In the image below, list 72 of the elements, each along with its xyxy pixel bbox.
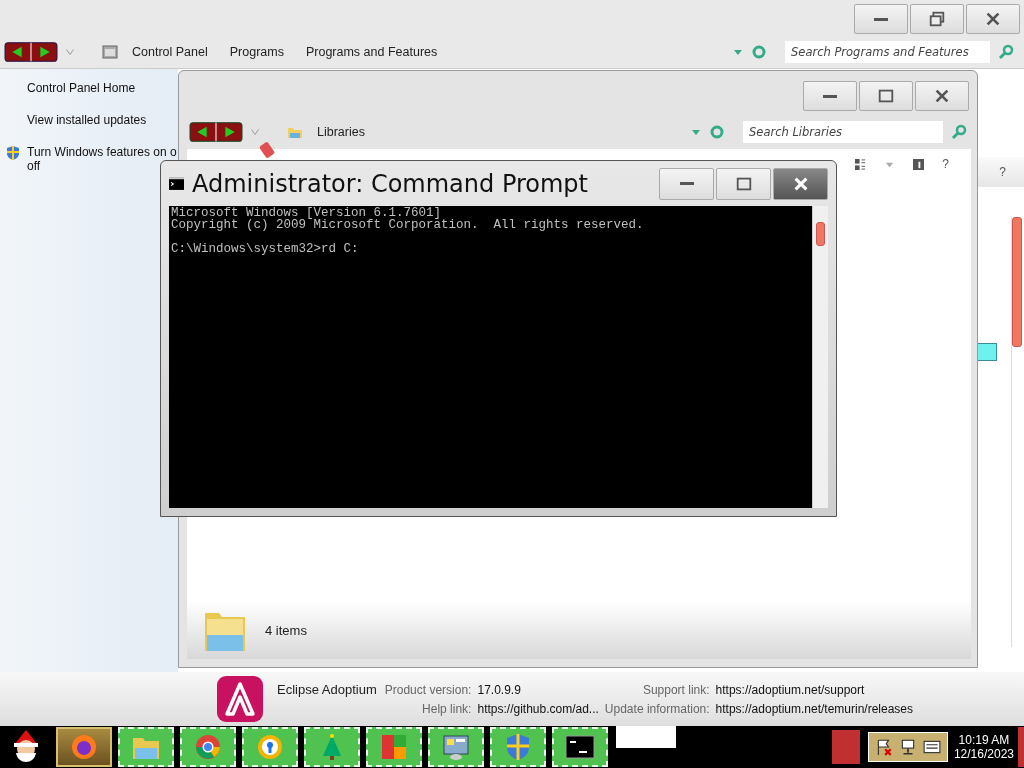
back-forward-icon[interactable] xyxy=(4,41,58,63)
minimize-button[interactable] xyxy=(659,167,714,200)
sidebar-link[interactable]: Turn Windows features on o off xyxy=(27,145,177,173)
refresh-icon[interactable] xyxy=(751,44,767,60)
clock-date: 12/16/2023 xyxy=(953,747,1014,761)
detail-value: https://adoptium.net/temurin/releases xyxy=(715,702,914,716)
console-line: Copyright (c) 2009 Microsoft Corporation. All rights reserved. xyxy=(171,219,645,231)
dropdown-icon[interactable] xyxy=(733,47,743,57)
detail-label: Help link: xyxy=(421,702,472,716)
breadcrumb-item[interactable]: Control Panel xyxy=(132,45,208,59)
scrollbar-thumb[interactable] xyxy=(1012,217,1022,347)
restore-icon xyxy=(928,10,946,28)
minimize-button[interactable] xyxy=(854,4,908,34)
control-panel-icon xyxy=(441,732,471,762)
console-line: Microsoft Windows [Version 6.1.7601] xyxy=(171,207,442,219)
maximize-button[interactable] xyxy=(859,81,913,111)
refresh-icon[interactable] xyxy=(709,124,725,140)
close-icon xyxy=(984,10,1002,28)
back-forward-icon[interactable] xyxy=(189,121,243,143)
console-icon xyxy=(565,732,595,762)
maximize-button[interactable] xyxy=(716,167,771,200)
fox-globe-icon xyxy=(69,732,99,762)
search-icon[interactable] xyxy=(951,124,967,140)
detail-value: 17.0.9.9 xyxy=(477,683,522,697)
search-field[interactable]: Search Libraries xyxy=(743,121,943,143)
maximize-icon xyxy=(877,87,895,105)
scrollbar[interactable] xyxy=(812,206,828,508)
sidebar-link[interactable]: View installed updates xyxy=(27,113,147,127)
notification-button[interactable] xyxy=(831,730,860,764)
close-button[interactable] xyxy=(915,81,969,111)
detail-value: https://adoptium.net/support xyxy=(715,683,866,697)
breadcrumb-item[interactable]: Programs xyxy=(229,45,284,59)
help-button[interactable]: ? xyxy=(942,157,949,171)
clock-time: 10:19 AM xyxy=(958,733,1010,747)
close-icon xyxy=(933,87,951,105)
round-browser-icon xyxy=(193,732,223,762)
keyboard-icon[interactable] xyxy=(922,738,941,756)
restore-button[interactable] xyxy=(910,4,964,34)
console-line: C:\Windows\system32>rd C: xyxy=(171,243,360,255)
clock[interactable]: 10:19 AM 12/16/2023 xyxy=(953,733,1014,761)
sidebar-link[interactable]: Control Panel Home xyxy=(27,81,136,95)
window-thumbnail xyxy=(616,726,676,748)
minimize-icon xyxy=(874,17,888,21)
app-name: Eclipse Adoptium xyxy=(277,682,377,697)
detail-label: Support link: xyxy=(641,683,710,697)
detail-value: https://github.com/ad... xyxy=(477,702,599,716)
detail-label: Product version: xyxy=(384,683,472,697)
scrollbar-thumb[interactable] xyxy=(816,222,825,246)
breadcrumb-item[interactable]: Programs and Features xyxy=(305,45,438,59)
close-button[interactable] xyxy=(966,4,1020,34)
item-count: 4 items xyxy=(265,622,307,638)
address-item[interactable]: Libraries xyxy=(317,125,365,139)
scrollbar[interactable] xyxy=(1011,217,1022,647)
minimize-icon xyxy=(823,94,837,98)
search-field[interactable]: Search Programs and Features xyxy=(785,41,990,63)
app-logo-icon xyxy=(217,676,263,722)
control-panel-icon xyxy=(102,44,118,60)
minimize-button[interactable] xyxy=(803,81,857,111)
detail-label: Update information: xyxy=(604,702,710,716)
colorful-app-icon xyxy=(379,732,409,762)
minimize-icon xyxy=(679,182,694,185)
dropdown-icon[interactable] xyxy=(691,127,701,137)
close-button[interactable] xyxy=(773,167,828,200)
window-title: Administrator: Command Prompt xyxy=(192,169,588,198)
help-button[interactable]: ? xyxy=(999,165,1006,179)
view-options-icon[interactable] xyxy=(855,158,867,170)
search-icon[interactable] xyxy=(998,44,1014,60)
shield-icon xyxy=(5,145,21,161)
history-dropdown-icon[interactable] xyxy=(66,49,74,55)
preview-pane-icon[interactable] xyxy=(913,158,925,170)
console-icon xyxy=(169,177,184,190)
keyhole-globe-icon xyxy=(255,732,285,762)
